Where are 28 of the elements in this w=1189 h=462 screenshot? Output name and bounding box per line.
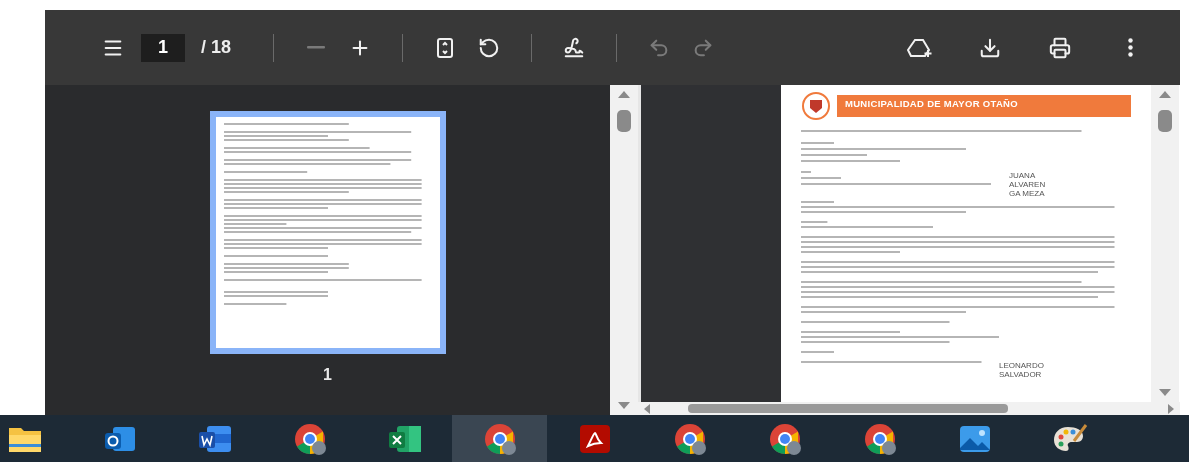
document-app-icon [196, 423, 233, 454]
scrollbar[interactable] [1151, 85, 1179, 402]
signature-text: JUANA ALVAREN GA MEZA [1009, 171, 1046, 198]
minus-icon [307, 46, 326, 49]
crest-logo-icon [801, 91, 831, 121]
photos-app-icon [957, 423, 992, 454]
browser-icon [292, 421, 327, 456]
browser-taskbar-button[interactable] [452, 415, 547, 462]
rotate-icon [478, 36, 501, 59]
signature-icon [563, 36, 586, 59]
spreadsheet-app-icon [386, 423, 423, 454]
signature-text: LEONARDO SALVADOR [999, 361, 1044, 379]
scrollbar[interactable] [610, 85, 638, 415]
triangle-plus-icon [907, 36, 933, 59]
print-icon [1049, 36, 1071, 59]
more-icon [1127, 38, 1133, 57]
header-title: MUNICIPALIDAD DE MAYOR OTAÑO [837, 95, 1131, 117]
browser-icon [672, 421, 707, 456]
browser-icon [767, 421, 802, 456]
page-total: / 18 [201, 37, 232, 58]
thumbnail-page-number: 1 [323, 366, 332, 384]
pdf-app-icon [577, 423, 612, 454]
download-icon [979, 36, 1001, 59]
page-number-field[interactable]: 1 [141, 33, 185, 62]
page-thumbnail[interactable] [209, 111, 446, 354]
horizontal-scrollbar[interactable] [638, 402, 1180, 415]
browser-icon [862, 421, 897, 456]
browser-icon [482, 421, 517, 456]
